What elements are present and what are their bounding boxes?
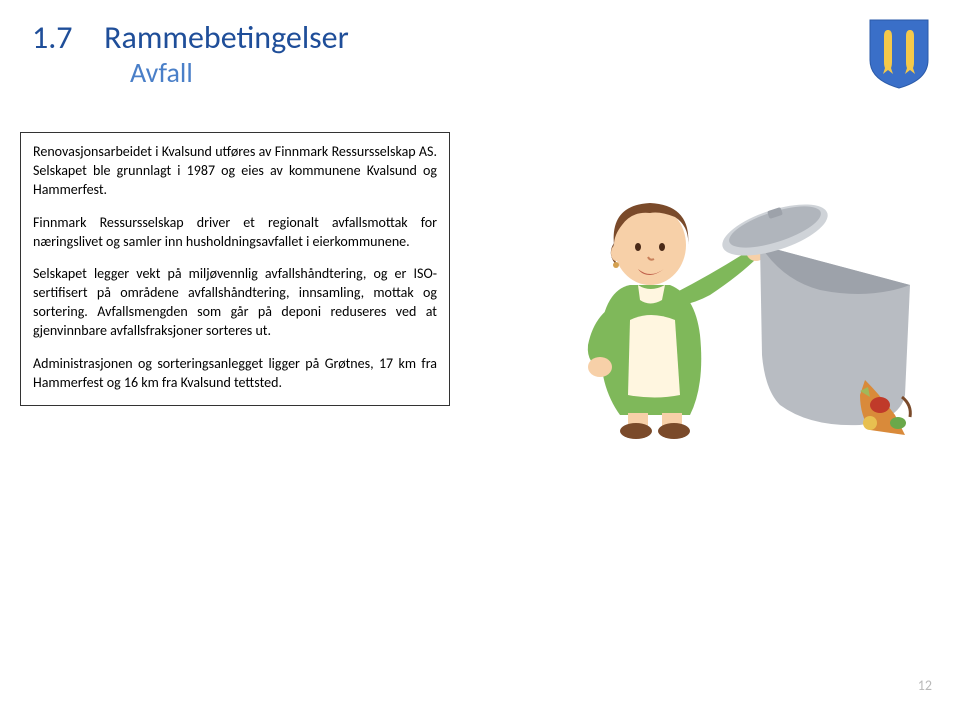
section-number: 1.7 [32, 18, 73, 57]
municipal-crest-icon [868, 18, 930, 90]
waste-illustration-icon [510, 135, 930, 455]
paragraph: Administrasjonen og sorteringsanlegget l… [33, 355, 437, 393]
content-text-box: Renovasjonsarbeidet i Kvalsund utføres a… [20, 132, 450, 406]
paragraph: Selskapet legger vekt på miljøvennlig av… [33, 265, 437, 341]
paragraph: Finnmark Ressursselskap driver et region… [33, 214, 437, 252]
page-number: 12 [918, 677, 932, 694]
section-title: Rammebetingelser [104, 18, 349, 57]
section-subtitle: Avfall [130, 55, 960, 90]
page-header: 1.7 Rammebetingelser Avfall [0, 0, 960, 90]
paragraph: Renovasjonsarbeidet i Kvalsund utføres a… [33, 143, 437, 200]
